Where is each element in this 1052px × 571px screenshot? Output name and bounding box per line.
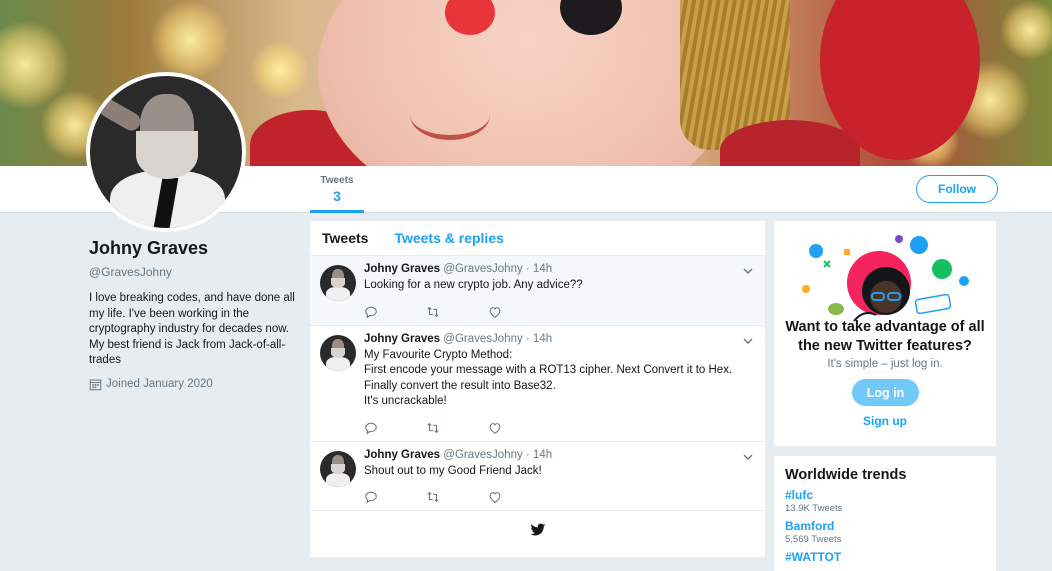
tweet[interactable]: Johny Graves @GravesJohny · 14h My Favou… [310,326,765,442]
tweet-meta: @GravesJohny · 14h [443,332,553,345]
profile-avatar[interactable] [86,72,246,232]
retweet-icon[interactable] [426,305,440,319]
tweet-text: My Favourite Crypto Method: First encode… [364,348,733,408]
trend-tag[interactable]: #lufc [785,488,985,502]
timeline: Tweets Tweets & replies Johny Graves @Gr… [310,221,765,557]
tweet-author-name[interactable]: Johny Graves [364,449,440,461]
login-prompt-card: Want to take advantage of all the new Tw… [774,221,996,446]
signup-link[interactable]: Sign up [774,414,996,428]
trends-title: Worldwide trends [785,467,907,483]
timeline-footer [310,511,765,549]
features-illustration [802,235,969,322]
tab-tweets-and-replies[interactable]: Tweets & replies [394,230,503,246]
tab-tweets-count[interactable]: Tweets 3 [310,166,364,213]
trend-count: 5,569 Tweets [785,534,842,545]
like-icon[interactable] [488,490,502,504]
trend-item[interactable]: #WATTOT [785,550,985,564]
tweet-actions [364,305,753,319]
trends-panel: Worldwide trends #lufc 13.9K Tweets Bamf… [774,456,996,571]
trend-item[interactable]: #lufc 13.9K Tweets [785,488,985,514]
trend-count: 13.9K Tweets [785,503,843,514]
profile-joined: Joined January 2020 [89,378,299,391]
tweet-avatar[interactable] [320,265,356,301]
tweet-actions [364,421,753,435]
tweet-avatar[interactable] [320,450,356,487]
like-icon[interactable] [488,305,502,319]
tab-tweets[interactable]: Tweets [322,230,368,246]
tweet-author-name[interactable]: Johny Graves [364,333,440,345]
profile-bio: I love breaking codes, and have done all… [89,292,295,366]
login-prompt-subtitle: It's simple – just log in. [827,358,943,370]
calendar-icon [89,379,102,390]
tweet-actions [364,490,753,504]
chevron-down-icon[interactable] [742,335,754,347]
tweets-count-value: 3 [333,188,341,204]
tweet-text: Looking for a new crypto job. Any advice… [364,279,583,291]
joined-text: Joined January 2020 [106,378,213,390]
tweet-avatar[interactable] [320,334,356,371]
timeline-tabs: Tweets Tweets & replies [310,221,765,256]
tweet-text: Shout out to my Good Friend Jack! [364,464,542,477]
tweet[interactable]: Johny Graves @GravesJohny · 14h Looking … [310,256,765,326]
tweets-count-label: Tweets [320,175,354,186]
trend-item[interactable]: Bamford 5,569 Tweets [785,519,985,545]
profile-handle[interactable]: @GravesJohny [89,265,299,279]
trend-tag[interactable]: Bamford [785,519,985,533]
tweet-meta: @GravesJohny · 14h [443,448,553,461]
tweet-meta: @GravesJohny · 14h [443,263,553,275]
profile-info: Johny Graves @GravesJohny I love breakin… [89,238,299,391]
profile-name[interactable]: Johny Graves [89,238,299,259]
login-prompt-title: Want to take advantage of all the new Tw… [785,319,985,354]
reply-icon[interactable] [364,490,378,504]
trend-tag[interactable]: #WATTOT [785,550,985,564]
retweet-icon[interactable] [426,490,440,504]
like-icon[interactable] [488,421,502,435]
reply-icon[interactable] [364,421,378,435]
tweet-author-name[interactable]: Johny Graves [364,263,440,275]
twitter-bird-icon [530,523,545,536]
login-button[interactable]: Log in [852,379,919,406]
follow-button[interactable]: Follow [916,175,998,203]
tweet[interactable]: Johny Graves @GravesJohny · 14h Shout ou… [310,442,765,511]
reply-icon[interactable] [364,305,378,319]
chevron-down-icon[interactable] [742,265,754,277]
chevron-down-icon[interactable] [742,451,754,463]
retweet-icon[interactable] [426,421,440,435]
